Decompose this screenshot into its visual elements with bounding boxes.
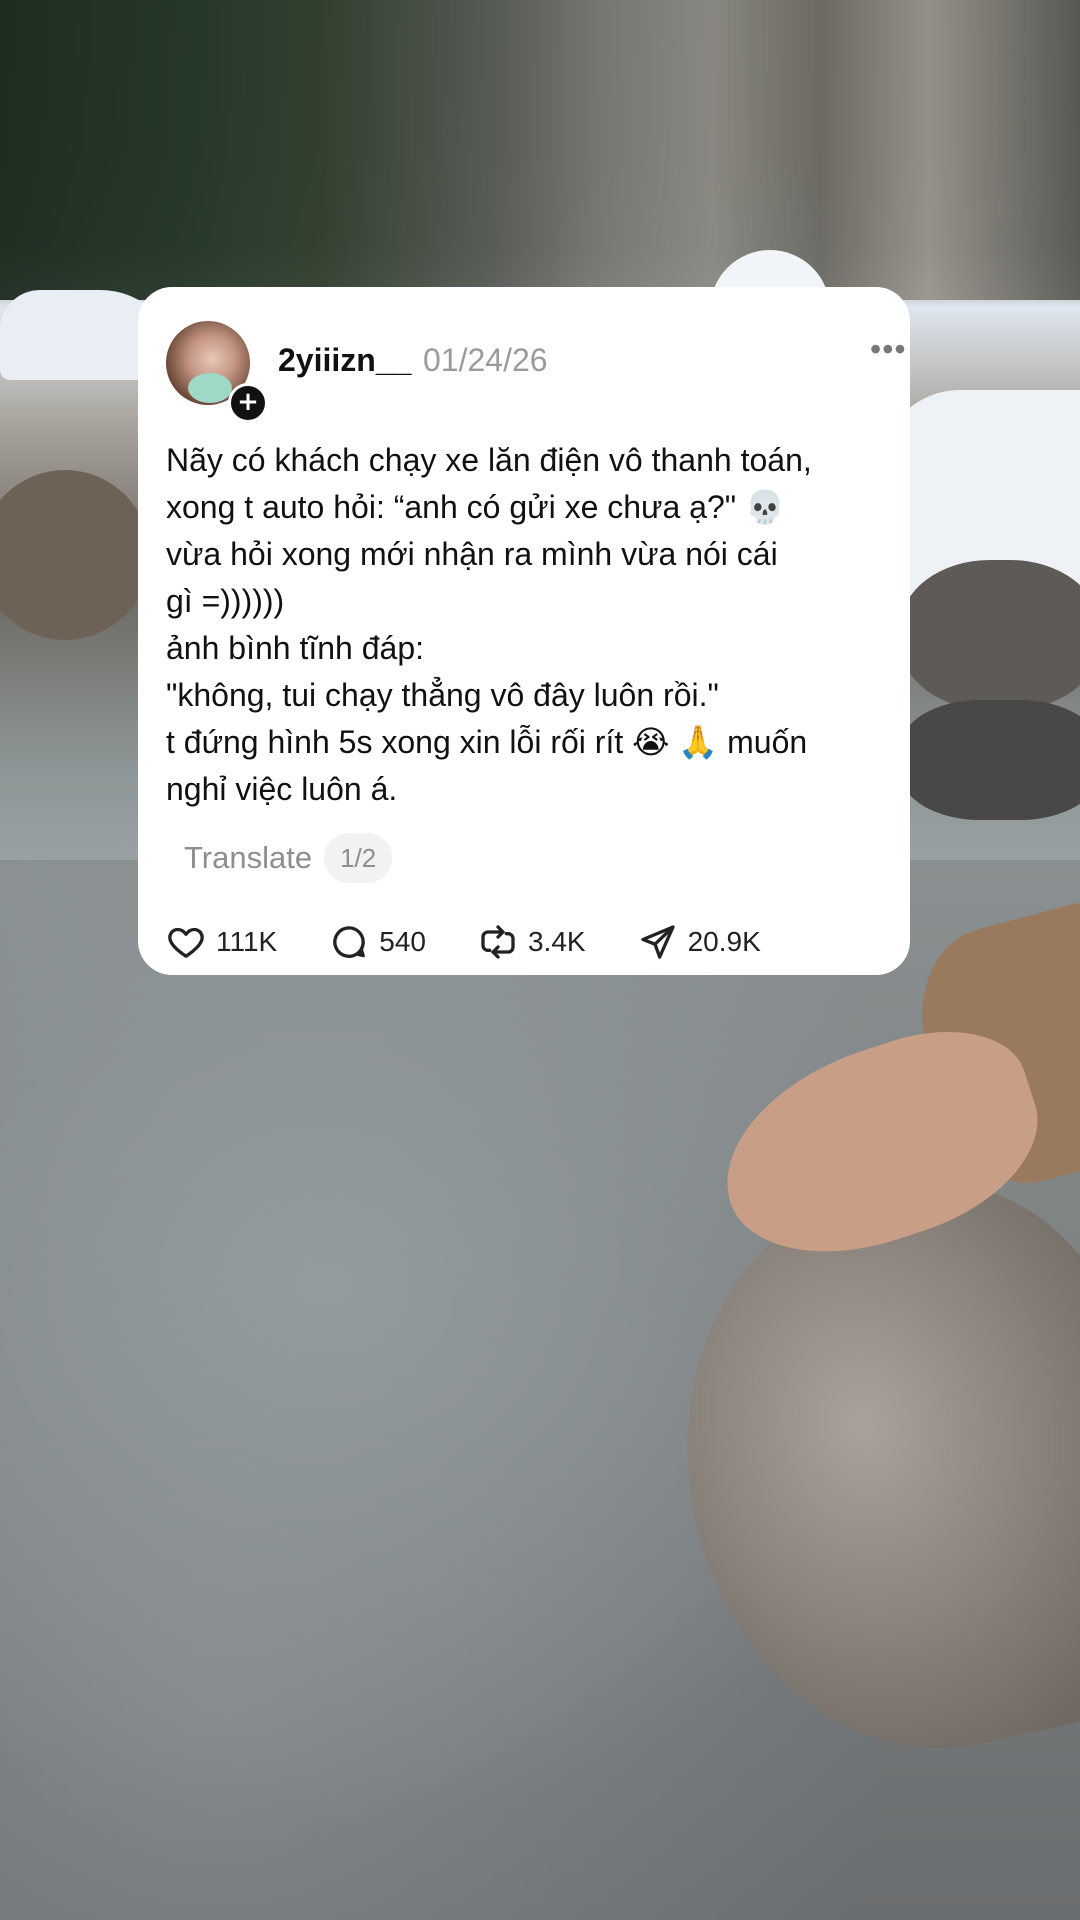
comment-bubble-icon (333, 926, 366, 958)
heart-icon (168, 927, 204, 958)
comment-count: 540 (379, 926, 426, 957)
share-button[interactable]: 20.9K (638, 922, 761, 962)
more-dots-icon[interactable]: ••• (870, 333, 910, 365)
background-trees (0, 0, 1080, 300)
post-date: 01/24/26 (423, 342, 548, 378)
like-count: 111K (216, 926, 278, 957)
translate-row: Translate 1/2 (184, 832, 393, 884)
username[interactable]: 2yiiizn__ (278, 342, 411, 379)
avatar-mask-detail (188, 373, 232, 403)
background-rock (900, 700, 1080, 820)
share-count: 20.9K (687, 926, 761, 957)
background-rock (0, 470, 150, 640)
background-rock (900, 560, 1080, 710)
post-text: Nãy có khách chạy xe lăn điện vô thanh t… (166, 442, 812, 807)
translate-button[interactable]: Translate (184, 840, 312, 876)
repost-count: 3.4K (527, 926, 586, 957)
comment-button[interactable]: 540 (329, 922, 426, 962)
avatar-container[interactable]: + (166, 321, 268, 423)
post-card[interactable]: + 2yiiizn__ 01/24/26 ••• Nãy có khách ch… (138, 287, 910, 975)
repost-icon (481, 925, 515, 959)
like-button[interactable]: 111K (166, 922, 277, 962)
send-icon (640, 925, 675, 959)
action-bar: 111K 540 3.4K 20.9K (166, 917, 813, 967)
repost-button[interactable]: 3.4K (478, 922, 586, 962)
follow-plus-icon[interactable]: + (228, 383, 268, 423)
page-indicator: 1/2 (324, 833, 393, 883)
